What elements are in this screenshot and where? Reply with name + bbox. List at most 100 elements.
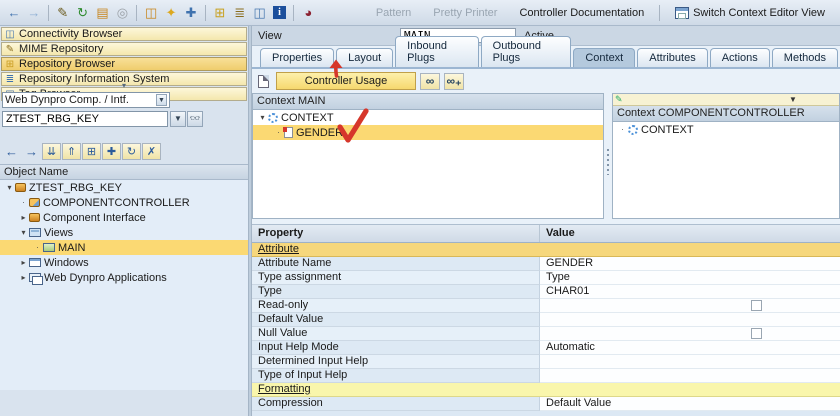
back-icon[interactable]: ←	[2, 143, 21, 160]
tree-item-context[interactable]: ·CONTEXT	[613, 122, 839, 137]
repository-icon: ⊞	[4, 59, 16, 70]
application-toolbar: ←→✎↻▤◎◫✦✚⊞≣◫i◕PatternPretty PrinterContr…	[0, 0, 840, 26]
copy-icon[interactable]: ▤	[94, 4, 112, 22]
tab-actions[interactable]: Actions	[710, 48, 770, 67]
browser-button-repository-browser[interactable]: ⊞Repository Browser	[1, 57, 247, 71]
property-row-compression: CompressionDefault Value	[252, 397, 840, 411]
toolbar-separator	[48, 5, 49, 21]
property-value-cell[interactable]	[540, 369, 840, 383]
info-icon[interactable]: i	[271, 4, 289, 22]
property-value-cell[interactable]	[540, 327, 840, 341]
find-next-icon[interactable]: ∞₊	[444, 73, 464, 90]
tree-item-componentcontroller[interactable]: ·COMPONENTCONTROLLER	[0, 195, 248, 210]
browser-button-label: MIME Repository	[19, 43, 103, 55]
context-controller-title: Context COMPONENTCONTROLLER	[613, 106, 839, 122]
tab-context[interactable]: Context	[573, 48, 635, 67]
object-type-select[interactable]: Web Dynpro Comp. / Intf. ▼	[2, 92, 170, 108]
property-value-cell[interactable]	[540, 299, 840, 313]
panel-collapse-arrow[interactable]: ▾	[0, 82, 248, 90]
object-name-input[interactable]	[2, 111, 168, 127]
property-value-cell[interactable]	[540, 355, 840, 369]
tree-item-label: Views	[44, 227, 73, 239]
tree-item-label: Component Interface	[43, 212, 146, 224]
tree-item-gender[interactable]: ·GENDER	[253, 125, 603, 140]
tree-item-main[interactable]: ·MAIN	[0, 240, 248, 255]
tree-expander[interactable]: ▾	[18, 228, 29, 237]
split-screen-icon[interactable]: ◫	[251, 4, 269, 22]
tab-methods[interactable]: Methods	[772, 48, 838, 67]
browser-button-mime-repository[interactable]: ✎MIME Repository	[1, 42, 247, 56]
tree-item-label: Windows	[44, 257, 89, 269]
navigate-icon[interactable]: ✚	[182, 4, 200, 22]
wand-icon[interactable]: ✦	[162, 4, 180, 22]
switch-context-editor-view-button[interactable]: Switch Context Editor View	[675, 7, 825, 19]
context-controller-tree: ·CONTEXT	[613, 122, 839, 137]
property-value-cell[interactable]: CHAR01	[540, 285, 840, 299]
tree-expander[interactable]: ▸	[18, 213, 29, 222]
edit-pencil-icon[interactable]: ✎	[54, 4, 72, 22]
component-icon	[15, 183, 26, 192]
property-value-cell[interactable]: Default Value	[540, 397, 840, 411]
checkbox[interactable]	[751, 300, 762, 311]
tab-inbound-plugs[interactable]: Inbound Plugs	[395, 36, 478, 67]
tree-item-component-interface[interactable]: ▸ Component Interface	[0, 210, 248, 225]
property-name-cell: Attribute Name	[252, 257, 540, 271]
stack-icon[interactable]: ≣	[231, 4, 249, 22]
close-icon[interactable]: ✗	[142, 143, 161, 160]
transport-icon[interactable]: ◫	[142, 4, 160, 22]
tree-expander[interactable]: ▸	[18, 258, 29, 267]
tree-item-context[interactable]: ▾CONTEXT	[253, 110, 603, 125]
forward-icon[interactable]: →	[22, 143, 41, 160]
add-icon[interactable]: ✚	[102, 143, 121, 160]
property-value-cell[interactable]	[540, 313, 840, 327]
performance-icon[interactable]: ◕	[299, 4, 317, 22]
context-main-title: Context MAIN	[253, 94, 603, 110]
browser-button-connectivity-browser[interactable]: ◫Connectivity Browser	[1, 27, 247, 41]
controller-icon	[29, 198, 40, 207]
spiral-icon[interactable]: ◎	[113, 4, 131, 22]
object-dropdown-button[interactable]: ▼	[170, 111, 186, 127]
controller-documentation-button[interactable]: Controller Documentation	[519, 7, 644, 19]
property-name-cell: Null Value	[252, 327, 540, 341]
views-icon	[29, 228, 41, 237]
tree-item-label: MAIN	[58, 242, 86, 254]
property-value-cell[interactable]: GENDER	[540, 257, 840, 271]
hierarchy-icon[interactable]: ⊞	[82, 143, 101, 160]
context-icon	[268, 113, 278, 123]
display-object-button[interactable]: 👓︎	[187, 111, 203, 127]
checkbox[interactable]	[751, 328, 762, 339]
controller-usage-button[interactable]: Controller Usage	[276, 72, 416, 90]
tab-outbound-plugs[interactable]: Outbound Plugs	[481, 36, 572, 67]
context-splitter[interactable]	[604, 93, 612, 219]
property-value-cell[interactable]: Type	[540, 271, 840, 285]
forward-icon[interactable]: →	[25, 4, 43, 22]
back-icon[interactable]: ←	[5, 4, 23, 22]
hierarchy-icon[interactable]: ⊞	[211, 4, 229, 22]
tree-item-web-dynpro-applications[interactable]: ▸Web Dynpro Applications	[0, 270, 248, 285]
pattern-button: Pattern	[376, 7, 411, 19]
property-name-cell: Default Value	[252, 313, 540, 327]
sort-descending-icon[interactable]: ⇊	[42, 143, 61, 160]
property-name-cell: Compression	[252, 397, 540, 411]
property-table-header: Property Value	[252, 225, 840, 243]
tab-attributes[interactable]: Attributes	[637, 48, 707, 67]
toolbar-separator	[293, 5, 294, 21]
refresh-icon[interactable]: ↻	[74, 4, 92, 22]
tab-layout[interactable]: Layout	[336, 48, 393, 67]
tab-properties[interactable]: Properties	[260, 48, 334, 67]
tree-item-windows[interactable]: ▸ Windows	[0, 255, 248, 270]
chevron-down-icon[interactable]: ▼	[789, 95, 797, 104]
property-value-cell[interactable]: Automatic	[540, 341, 840, 355]
property-row-default-value: Default Value	[252, 313, 840, 327]
sort-ascending-icon[interactable]: ⇑	[62, 143, 81, 160]
tree-expander[interactable]: ▸	[18, 273, 29, 282]
tree-item-views[interactable]: ▾ Views	[0, 225, 248, 240]
tree-expander[interactable]: ▾	[257, 113, 268, 122]
refresh-icon[interactable]: ↻	[122, 143, 141, 160]
find-icon[interactable]: ∞	[420, 73, 440, 90]
tree-item-ztest_rbg_key[interactable]: ▾ZTEST_RBG_KEY	[0, 180, 248, 195]
tree-column-header: Object Name	[0, 164, 248, 180]
tree-expander[interactable]: ▾	[4, 183, 15, 192]
section-row-formatting[interactable]: Formatting	[252, 383, 840, 397]
section-row-attribute[interactable]: Attribute	[252, 243, 840, 257]
